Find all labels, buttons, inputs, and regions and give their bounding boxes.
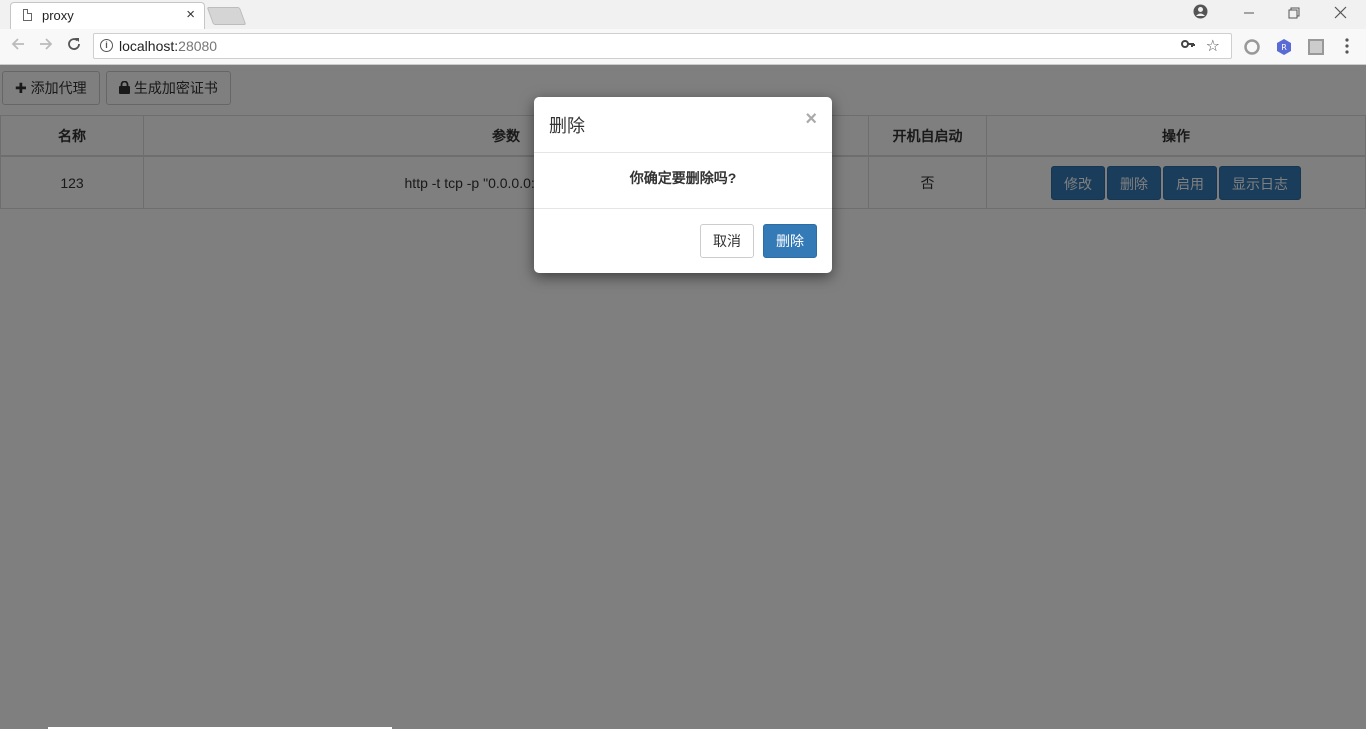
modal-message: 你确定要删除吗? — [534, 153, 832, 209]
tab-title: proxy — [42, 8, 74, 23]
restore-icon[interactable] — [1288, 6, 1300, 23]
delete-confirm-modal: 删除 × 你确定要删除吗? 取消 删除 — [534, 97, 832, 273]
extension-r-icon[interactable]: R — [1276, 39, 1292, 55]
browser-tabstrip: proxy × — [0, 0, 1366, 29]
forward-icon[interactable] — [38, 36, 54, 57]
modal-title: 删除 — [549, 116, 585, 136]
confirm-delete-button[interactable]: 删除 — [763, 224, 817, 258]
browser-tab[interactable]: proxy × — [10, 2, 205, 29]
new-tab-button[interactable] — [206, 7, 247, 25]
page-icon — [23, 9, 32, 21]
modal-header: 删除 × — [534, 97, 832, 153]
close-window-icon[interactable] — [1334, 6, 1347, 23]
extension-rp-icon[interactable] — [1308, 39, 1324, 55]
profile-icon[interactable] — [1193, 4, 1208, 23]
minimize-icon[interactable] — [1243, 3, 1255, 23]
site-info-icon[interactable]: i — [100, 39, 113, 52]
browser-toolbar: i localhost:28080 ☆ R — [0, 29, 1366, 65]
svg-text:R: R — [1281, 43, 1287, 52]
back-icon[interactable] — [10, 36, 26, 57]
menu-kebab-icon[interactable] — [1344, 38, 1350, 59]
bookmark-star-icon[interactable]: ☆ — [1206, 36, 1220, 56]
cancel-button[interactable]: 取消 — [700, 224, 754, 258]
address-bar[interactable]: i localhost:28080 ☆ — [93, 33, 1232, 59]
extension-circle-icon[interactable] — [1244, 39, 1260, 55]
reload-icon[interactable] — [66, 36, 82, 57]
tab-close-button[interactable]: × — [186, 6, 195, 24]
key-icon[interactable] — [1181, 37, 1195, 54]
url-text: localhost:28080 — [119, 38, 218, 54]
modal-close-icon[interactable]: × — [805, 109, 817, 129]
